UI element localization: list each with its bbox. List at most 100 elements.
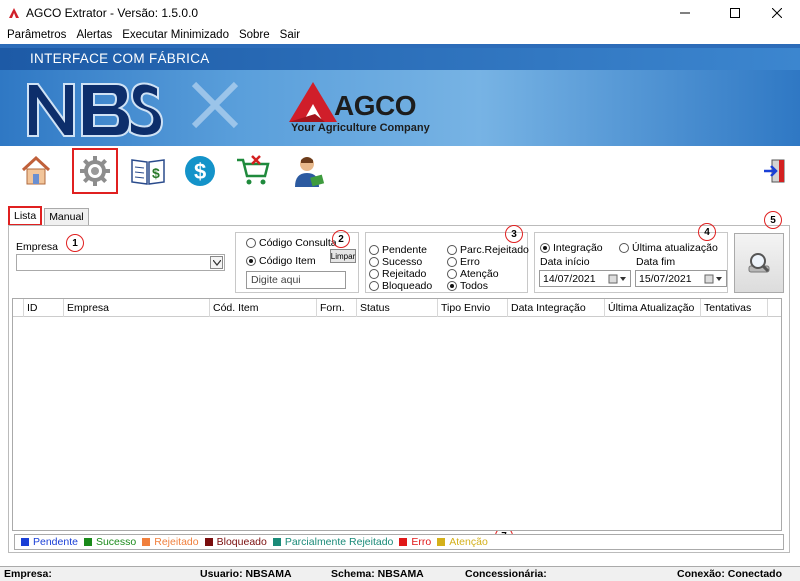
radio-codigo-consulta[interactable]: Código Consulta <box>246 237 337 249</box>
finance-button[interactable]: $ <box>177 148 223 194</box>
x-logo <box>191 81 239 129</box>
radio-dot <box>369 257 379 267</box>
radio-atencao[interactable]: Atenção <box>447 268 499 280</box>
column-separator <box>437 299 438 317</box>
menu-parametros[interactable]: Parâmetros <box>0 29 71 41</box>
chevron-down-icon <box>212 259 221 266</box>
tab-manual[interactable]: Manual <box>44 208 89 226</box>
menu-executar-minimizado[interactable]: Executar Minimizado <box>117 29 234 41</box>
menu-sobre[interactable]: Sobre <box>234 29 275 41</box>
close-button[interactable] <box>754 0 800 26</box>
column-separator <box>356 299 357 317</box>
status-concessionaria: Concessionária: <box>465 568 547 580</box>
dollar-icon: $ <box>185 156 215 186</box>
legend-swatch <box>399 538 408 546</box>
annotation-marker-4: 4 <box>698 223 716 241</box>
maximize-button[interactable] <box>712 0 758 26</box>
legend-item-rejeitado: Rejeitado <box>142 536 199 548</box>
legend-item-pendente: Pendente <box>21 536 78 548</box>
radio-integracao[interactable]: Integração <box>540 242 603 254</box>
annotation-marker-3: 3 <box>505 225 523 243</box>
grid-header: ID Empresa Cód. Item Forn. Status Tipo E… <box>13 299 781 317</box>
radio-dot <box>447 269 457 279</box>
ultima-atualizacao-label: Última atualização <box>632 242 718 254</box>
exit-icon <box>764 159 785 183</box>
column-header-data-integracao[interactable]: Data Integração <box>511 302 586 314</box>
data-fim-picker[interactable] <box>704 273 724 284</box>
radio-codigo-item[interactable]: Código Item <box>246 255 316 267</box>
legend-item-erro: Erro <box>399 536 431 548</box>
data-fim-input[interactable]: 15/07/2021 <box>635 270 727 287</box>
column-header-forn[interactable]: Forn. <box>320 302 345 314</box>
ledger-icon: $ <box>131 159 165 185</box>
ledger-button[interactable]: $ <box>125 148 171 194</box>
legend-swatch <box>272 538 281 546</box>
legend-swatch <box>83 538 92 546</box>
user-button[interactable] <box>285 148 331 194</box>
data-inicio-value: 14/07/2021 <box>543 273 596 285</box>
integracao-label: Integração <box>553 242 603 254</box>
minimize-button[interactable] <box>662 0 708 26</box>
radio-dot-selected <box>246 256 256 266</box>
search-button[interactable] <box>734 233 784 293</box>
column-separator <box>23 299 24 317</box>
limpar-button[interactable]: Limpar <box>330 249 356 263</box>
codigo-input[interactable]: Digite aqui <box>246 271 346 289</box>
legend-label: Pendente <box>33 536 78 548</box>
results-grid[interactable]: ID Empresa Cód. Item Forn. Status Tipo E… <box>12 298 782 531</box>
rejeitado-label: Rejeitado <box>382 268 427 280</box>
status-empresa: Empresa: <box>4 568 52 580</box>
annotation-marker-2: 2 <box>332 230 350 248</box>
radio-erro[interactable]: Erro <box>447 256 480 268</box>
column-header-tentativas[interactable]: Tentativas <box>704 302 751 314</box>
legend-item-bloqueado: Bloqueado <box>204 536 267 548</box>
search-icon <box>748 253 770 273</box>
column-header-tipo-envio[interactable]: Tipo Envio <box>441 302 490 314</box>
column-header-empresa[interactable]: Empresa <box>67 302 109 314</box>
menu-bar: Parâmetros Alertas Executar Minimizado S… <box>0 26 800 44</box>
empresa-dropdown-button[interactable] <box>210 256 223 269</box>
calendar-dropdown-icon <box>704 274 722 283</box>
radio-parc-rejeitado[interactable]: Parc.Rejeitado <box>447 244 529 256</box>
cart-remove-icon <box>237 155 270 185</box>
legend-swatch <box>204 538 213 546</box>
banner-title: INTERFACE COM FÁBRICA <box>30 51 210 66</box>
codigo-consulta-label: Código Consulta <box>259 237 337 249</box>
home-icon <box>21 155 51 185</box>
window-title: AGCO Extrator - Versão: 1.5.0.0 <box>26 6 199 20</box>
menu-sair[interactable]: Sair <box>275 29 305 41</box>
column-header-cod-item[interactable]: Cód. Item <box>213 302 259 314</box>
settings-button[interactable] <box>72 148 118 194</box>
radio-rejeitado[interactable]: Rejeitado <box>369 268 426 280</box>
radio-dot-selected <box>447 281 457 291</box>
legend-label: Erro <box>411 536 432 548</box>
column-separator <box>209 299 210 317</box>
radio-sucesso[interactable]: Sucesso <box>369 256 422 268</box>
annotation-marker-1: 1 <box>66 234 84 252</box>
column-separator <box>767 299 768 317</box>
column-header-ultima-atualizacao[interactable]: Última Atualização <box>608 302 694 314</box>
legend-label: Sucesso <box>95 536 137 548</box>
radio-bloqueado[interactable]: Bloqueado <box>369 280 432 292</box>
pendente-label: Pendente <box>382 244 427 256</box>
tab-lista[interactable]: Lista <box>8 206 43 226</box>
data-inicio-picker[interactable] <box>608 273 628 284</box>
agco-tagline: Your Agriculture Company <box>291 122 430 134</box>
radio-pendente[interactable]: Pendente <box>369 244 427 256</box>
parc-rejeitado-label: Parc.Rejeitado <box>460 244 529 256</box>
nbs-logo <box>27 82 164 138</box>
column-header-status[interactable]: Status <box>360 302 390 314</box>
radio-ultima-atualizacao[interactable]: Última atualização <box>619 242 718 254</box>
data-fim-value: 15/07/2021 <box>639 273 692 285</box>
column-header-id[interactable]: ID <box>27 302 38 314</box>
cart-button[interactable] <box>230 148 276 194</box>
data-fim-label: Data fim <box>636 256 676 268</box>
status-conexao: Conexão: Conectado <box>677 568 783 580</box>
home-button[interactable] <box>13 148 59 194</box>
radio-dot <box>619 243 629 253</box>
radio-todos[interactable]: Todos <box>447 280 488 292</box>
menu-alertas[interactable]: Alertas <box>71 29 117 41</box>
exit-button[interactable] <box>752 148 798 194</box>
empresa-select[interactable] <box>16 254 225 271</box>
data-inicio-input[interactable]: 14/07/2021 <box>539 270 631 287</box>
